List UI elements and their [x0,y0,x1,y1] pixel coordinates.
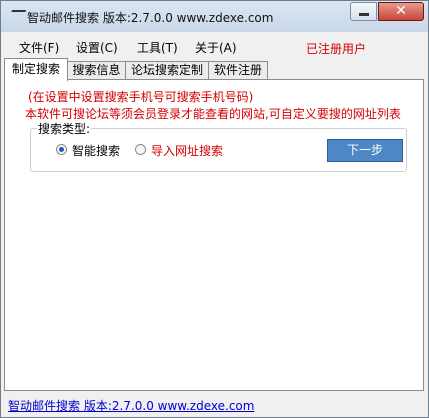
close-button[interactable]: ✕ [378,2,424,21]
next-button[interactable]: 下一步 [327,139,403,162]
search-type-label: 搜索类型: [37,120,92,137]
close-icon: ✕ [395,3,407,19]
title-bar[interactable]: 智动邮件搜索 版本:2.7.0.0 www.zdexe.com ✕ [1,1,428,32]
tab-custom-search[interactable]: 制定搜索 [4,58,68,81]
status-bar: 智动邮件搜索 版本:2.7.0.0 www.zdexe.com [1,392,428,417]
search-panel: (在设置中设置搜索手机号可搜索手机号码) 本软件可搜论坛等须会员登录才能查看的网… [4,79,424,391]
smart-search-label[interactable]: 智能搜索 [72,142,120,159]
minimize-button[interactable] [350,2,377,21]
app-window: 智动邮件搜索 版本:2.7.0.0 www.zdexe.com ✕ 文件(F) … [0,0,429,418]
menu-settings[interactable]: 设置(C) [76,39,118,56]
tab-search-info[interactable]: 搜索信息 [67,61,126,80]
menu-tools[interactable]: 工具(T) [137,39,178,56]
smart-search-radio[interactable] [56,144,67,155]
menu-about[interactable]: 关于(A) [195,39,237,56]
minimize-icon [359,13,369,16]
search-type-group: 搜索类型: 智能搜索 导入网址搜索 下一步 [30,120,407,172]
app-icon [7,10,27,18]
import-url-label[interactable]: 导入网址搜索 [151,142,223,159]
import-url-radio[interactable] [135,144,146,155]
registered-status: 已注册用户 [306,42,367,56]
menu-file[interactable]: 文件(F) [19,39,59,56]
phone-search-hint: (在设置中设置搜索手机号可搜索手机号码) [28,90,254,104]
website-link[interactable]: 智动邮件搜索 版本:2.7.0.0 www.zdexe.com [8,397,254,414]
menu-bar: 文件(F) 设置(C) 工具(T) 关于(A) 已注册用户 [1,35,428,57]
tab-registration[interactable]: 软件注册 [208,61,268,80]
tab-forum-search[interactable]: 论坛搜索定制 [125,61,209,80]
window-title: 智动邮件搜索 版本:2.7.0.0 www.zdexe.com [27,11,274,25]
tab-strip: 制定搜索 搜索信息 论坛搜索定制 软件注册 [1,58,428,81]
